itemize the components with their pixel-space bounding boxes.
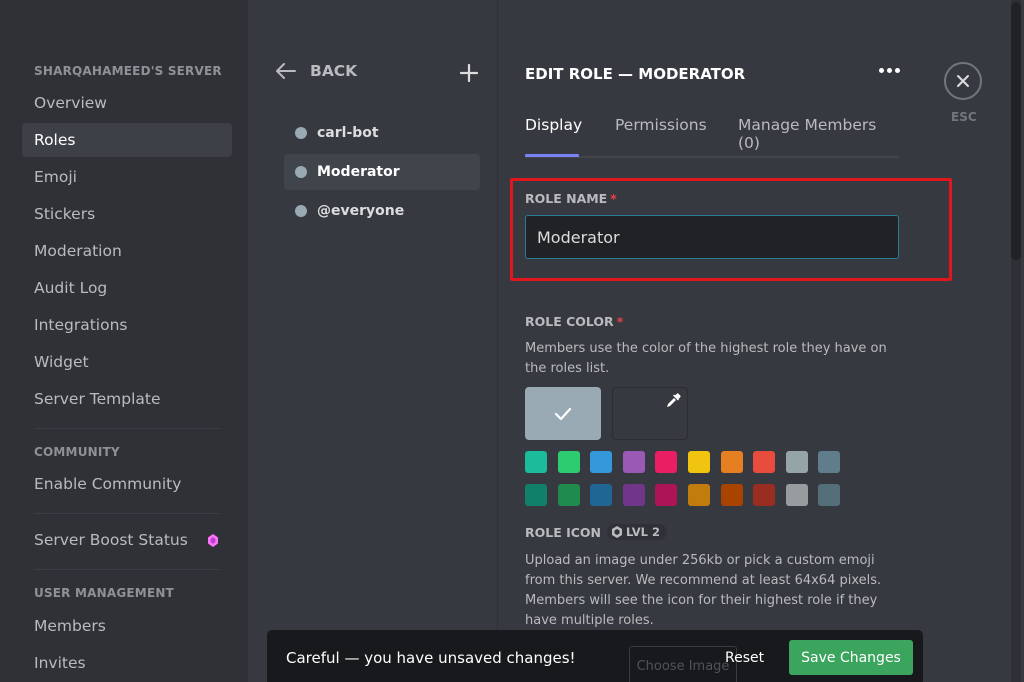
color-swatch[interactable] [590, 484, 613, 506]
role-name: carl-bot [317, 125, 379, 141]
color-swatch[interactable] [785, 451, 808, 473]
role-name-input[interactable] [525, 215, 899, 259]
sidebar-item-audit-log[interactable]: Audit Log [22, 271, 232, 305]
active-tab-indicator [525, 154, 579, 157]
role-name: Moderator [317, 164, 400, 180]
role-item-moderator[interactable]: Moderator [284, 154, 480, 190]
sidebar-item-invites[interactable]: Invites [22, 646, 232, 680]
sidebar-item-integrations[interactable]: Integrations [22, 308, 232, 342]
color-swatch[interactable] [557, 484, 580, 506]
unsaved-message: Careful — you have unsaved changes! [286, 649, 576, 667]
server-name-header: SHARQAHAMEED'S SERVER [34, 64, 222, 78]
roles-list-panel: BACK carl-bot Moderator @everyone [248, 0, 498, 682]
role-name: @everyone [317, 203, 405, 219]
role-item-everyone[interactable]: @everyone [284, 193, 480, 229]
sidebar-item-server-template[interactable]: Server Template [22, 382, 232, 416]
dot-icon [887, 68, 892, 73]
arrow-left-icon [276, 63, 296, 79]
plus-icon[interactable] [458, 62, 480, 84]
color-swatch[interactable] [818, 451, 841, 473]
role-icon-label-text: ROLE ICON [525, 524, 602, 540]
scrollbar-thumb[interactable] [1011, 2, 1021, 260]
sidebar-item-enable-community[interactable]: Enable Community [22, 467, 232, 501]
color-swatch[interactable] [753, 484, 776, 506]
level-badge: LVL 2 [607, 524, 668, 540]
color-swatch[interactable] [590, 451, 613, 473]
role-color-description: Members use the color of the highest rol… [525, 341, 887, 376]
color-swatch[interactable] [622, 451, 645, 473]
unsaved-changes-bar: Careful — you have unsaved changes! Choo… [267, 630, 923, 682]
boost-gem-icon [612, 526, 623, 538]
dot-icon [895, 68, 900, 73]
role-name-label: ROLE NAME * [525, 191, 617, 206]
edit-role-title: EDIT ROLE — MODERATOR [525, 65, 746, 83]
tab-manage-members[interactable]: Manage Members (0) [738, 116, 899, 152]
close-icon [957, 75, 969, 87]
role-item-carl-bot[interactable]: carl-bot [284, 115, 480, 151]
role-name-label-text: ROLE NAME [525, 191, 608, 206]
user-management-header: USER MANAGEMENT [34, 586, 174, 600]
color-swatch[interactable] [785, 484, 808, 506]
color-swatch[interactable] [622, 484, 645, 506]
community-header: COMMUNITY [34, 445, 120, 459]
required-asterisk: * [616, 314, 624, 329]
tab-display[interactable]: Display [525, 116, 582, 134]
esc-label: ESC [951, 110, 977, 124]
sidebar-item-widget[interactable]: Widget [22, 345, 232, 379]
back-label: BACK [310, 62, 358, 80]
sidebar-divider [34, 513, 220, 514]
sidebar-divider [34, 428, 220, 429]
settings-sidebar: SHARQAHAMEED'S SERVER Overview Roles Emo… [0, 0, 248, 682]
sidebar-item-stickers[interactable]: Stickers [22, 197, 232, 231]
sidebar-item-roles[interactable]: Roles [22, 123, 232, 157]
color-swatch[interactable] [557, 451, 580, 473]
reset-button[interactable]: Reset [725, 650, 764, 666]
color-swatch[interactable] [688, 451, 710, 473]
sidebar-item-label: Server Boost Status [34, 531, 188, 549]
role-icon-description: Upload an image under 256kb or pick a cu… [525, 553, 882, 628]
back-button[interactable]: BACK [276, 62, 357, 80]
sidebar-divider [34, 569, 220, 570]
level-badge-text: LVL 2 [626, 525, 661, 539]
default-color-swatch[interactable] [525, 387, 601, 440]
eyedropper-icon [667, 393, 681, 407]
role-color-dot [295, 205, 307, 217]
role-color-label-text: ROLE COLOR [525, 314, 614, 329]
role-icon-label: ROLE ICON LVL 2 [525, 524, 668, 540]
color-swatch[interactable] [688, 484, 710, 506]
color-swatch[interactable] [655, 484, 678, 506]
custom-color-picker[interactable] [612, 387, 688, 440]
sidebar-item-overview[interactable]: Overview [22, 86, 232, 120]
sidebar-item-moderation[interactable]: Moderation [22, 234, 232, 268]
color-swatch[interactable] [525, 484, 547, 506]
color-swatch[interactable] [753, 451, 776, 473]
discord-server-settings: SHARQAHAMEED'S SERVER Overview Roles Emo… [0, 0, 1024, 682]
save-changes-button[interactable]: Save Changes [789, 640, 913, 675]
required-asterisk: * [610, 191, 617, 206]
tab-permissions[interactable]: Permissions [615, 116, 707, 134]
sidebar-item-server-boost-status[interactable]: Server Boost Status [22, 523, 232, 557]
edit-role-tabs: Display Permissions Manage Members (0) [525, 116, 899, 158]
color-swatch[interactable] [655, 451, 678, 473]
more-options-button[interactable] [875, 64, 904, 77]
color-swatch[interactable] [525, 451, 547, 473]
color-swatch[interactable] [720, 484, 743, 506]
edit-role-panel: EDIT ROLE — MODERATOR Display Permission… [499, 0, 1009, 682]
role-color-dot [295, 127, 307, 139]
color-swatch[interactable] [818, 484, 841, 506]
color-swatch[interactable] [720, 451, 743, 473]
boost-gem-icon [208, 534, 218, 547]
dot-icon [879, 68, 884, 73]
choose-image-button: Choose Image [629, 646, 737, 682]
close-button[interactable] [944, 62, 982, 100]
checkmark-icon [554, 407, 572, 420]
role-color-dot [295, 166, 307, 178]
sidebar-item-emoji[interactable]: Emoji [22, 160, 232, 194]
role-color-label: ROLE COLOR * [525, 314, 623, 329]
sidebar-item-members[interactable]: Members [22, 609, 232, 643]
